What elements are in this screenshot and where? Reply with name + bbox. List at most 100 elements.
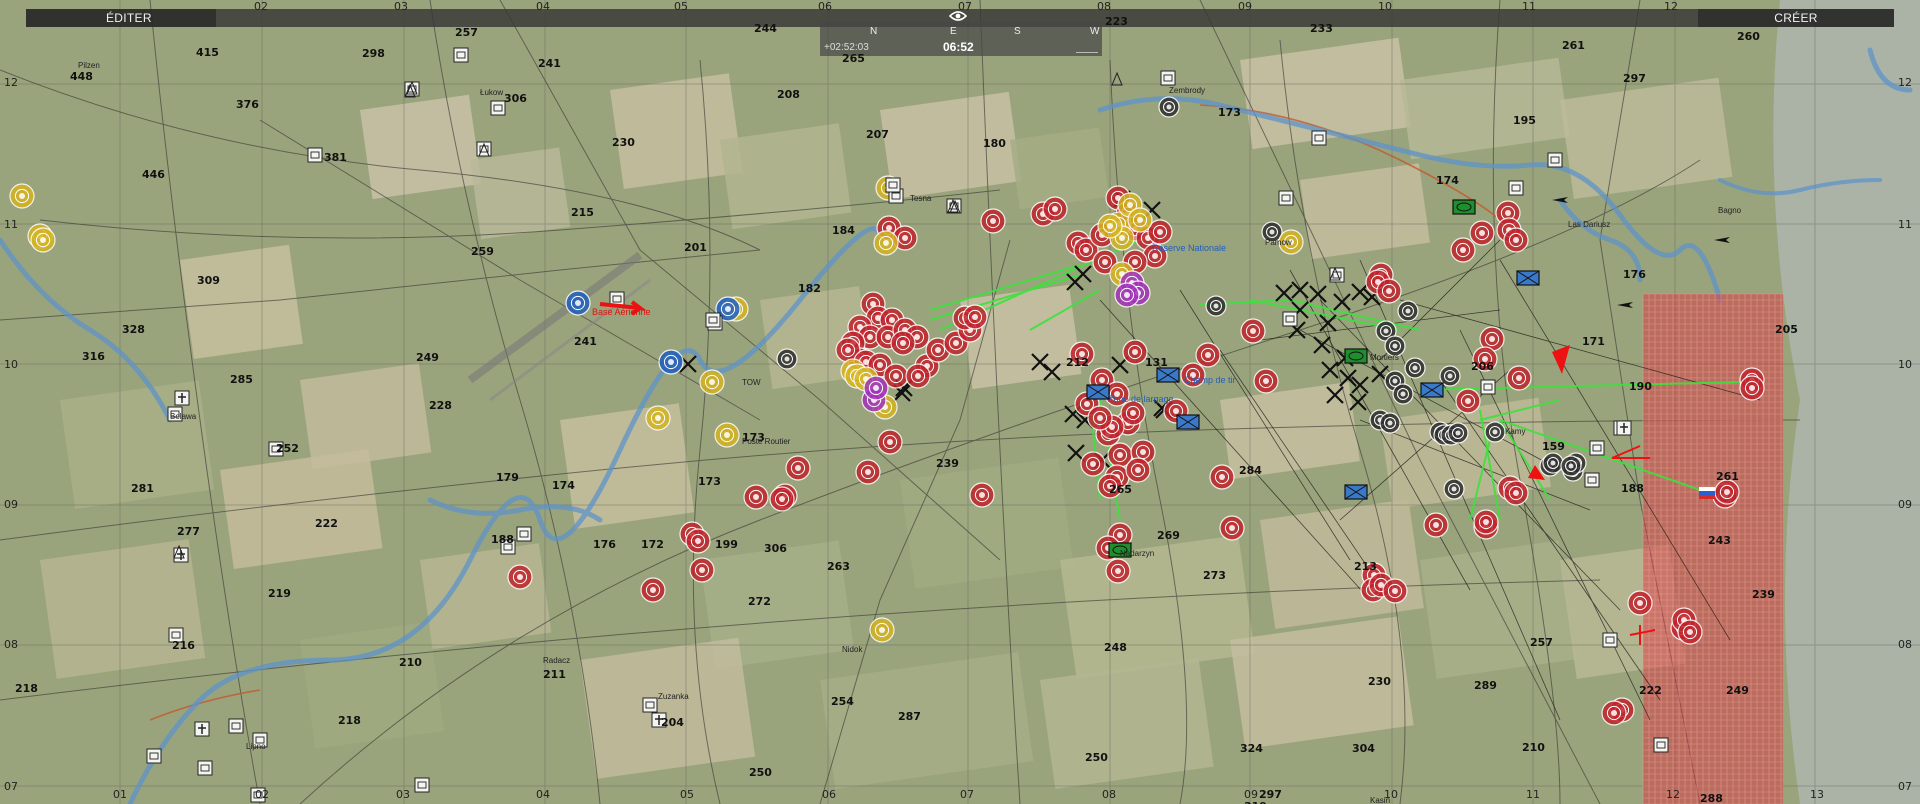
- enemy-unit-marker[interactable]: [1122, 339, 1148, 365]
- civilian-unit-marker[interactable]: [1097, 213, 1123, 239]
- tactical-map[interactable]: [0, 0, 1920, 804]
- neutral-unit-marker[interactable]: [1397, 300, 1419, 322]
- enemy-unit-marker[interactable]: [1714, 479, 1740, 505]
- building-icon[interactable]: [1508, 180, 1524, 196]
- building-icon[interactable]: [490, 100, 506, 116]
- enemy-unit-marker[interactable]: [1042, 196, 1068, 222]
- building-icon[interactable]: [1160, 70, 1176, 86]
- special-unit-marker[interactable]: [1114, 282, 1140, 308]
- enemy-unit-marker[interactable]: [1677, 619, 1703, 645]
- neutral-unit-marker[interactable]: [1560, 455, 1582, 477]
- enemy-unit-marker[interactable]: [1240, 318, 1266, 344]
- friendly-unit-marker[interactable]: [658, 349, 684, 375]
- enemy-unit-marker[interactable]: [1376, 278, 1402, 304]
- enemy-unit-marker[interactable]: [1455, 388, 1481, 414]
- building-icon[interactable]: [146, 748, 162, 764]
- friendly-unit-marker[interactable]: [565, 290, 591, 316]
- building-icon[interactable]: [1547, 152, 1563, 168]
- enemy-unit-marker[interactable]: [905, 363, 931, 389]
- enemy-unit-marker[interactable]: [1473, 509, 1499, 535]
- building-icon[interactable]: [1282, 311, 1298, 327]
- enemy-unit-marker[interactable]: [980, 208, 1006, 234]
- building-icon[interactable]: [414, 777, 430, 793]
- neutral-unit-marker[interactable]: [776, 348, 798, 370]
- enemy-unit-marker[interactable]: [1080, 451, 1106, 477]
- enemy-unit-marker[interactable]: [1105, 558, 1131, 584]
- nato-unit-symbol[interactable]: [1156, 367, 1180, 383]
- enemy-unit-marker[interactable]: [640, 577, 666, 603]
- neutral-unit-marker[interactable]: [1158, 96, 1180, 118]
- enemy-unit-marker[interactable]: [1219, 515, 1245, 541]
- enemy-unit-marker[interactable]: [1125, 457, 1151, 483]
- civilian-unit-marker[interactable]: [699, 369, 725, 395]
- enemy-unit-marker[interactable]: [1506, 365, 1532, 391]
- enemy-unit-marker[interactable]: [1450, 237, 1476, 263]
- building-icon[interactable]: [885, 177, 901, 193]
- neutral-unit-marker[interactable]: [1205, 295, 1227, 317]
- nato-unit-symbol[interactable]: [1176, 414, 1200, 430]
- special-unit-marker[interactable]: [863, 375, 889, 401]
- civilian-unit-marker[interactable]: [645, 405, 671, 431]
- nato-unit-symbol[interactable]: [1420, 382, 1444, 398]
- enemy-unit-marker[interactable]: [1195, 342, 1221, 368]
- enemy-unit-marker[interactable]: [689, 557, 715, 583]
- enemy-unit-marker[interactable]: [962, 304, 988, 330]
- building-icon[interactable]: [228, 718, 244, 734]
- enemy-unit-marker[interactable]: [1253, 368, 1279, 394]
- building-icon[interactable]: [1584, 472, 1600, 488]
- building-icon[interactable]: [1602, 632, 1618, 648]
- nato-unit-symbol[interactable]: [1086, 384, 1110, 400]
- neutral-unit-marker[interactable]: [1484, 421, 1506, 443]
- enemy-unit-marker[interactable]: [1739, 375, 1765, 401]
- enemy-unit-marker[interactable]: [1503, 227, 1529, 253]
- enemy-unit-marker[interactable]: [1120, 400, 1146, 426]
- building-icon[interactable]: [1589, 440, 1605, 456]
- building-icon[interactable]: [1653, 737, 1669, 753]
- enemy-unit-marker[interactable]: [507, 564, 533, 590]
- enemy-unit-marker[interactable]: [785, 455, 811, 481]
- enemy-unit-marker[interactable]: [1627, 590, 1653, 616]
- neutral-unit-marker[interactable]: [1542, 452, 1564, 474]
- neutral-unit-marker[interactable]: [1392, 383, 1414, 405]
- civilian-unit-marker[interactable]: [869, 617, 895, 643]
- building-icon[interactable]: [1278, 190, 1294, 206]
- enemy-unit-marker[interactable]: [969, 482, 995, 508]
- building-icon[interactable]: [453, 47, 469, 63]
- create-button[interactable]: CRÉER: [1698, 9, 1894, 27]
- enemy-unit-marker[interactable]: [769, 486, 795, 512]
- enemy-unit-marker[interactable]: [877, 429, 903, 455]
- civilian-unit-marker[interactable]: [873, 230, 899, 256]
- neutral-unit-marker[interactable]: [1447, 422, 1469, 444]
- enemy-unit-marker[interactable]: [1469, 220, 1495, 246]
- enemy-unit-marker[interactable]: [1423, 512, 1449, 538]
- enemy-unit-marker[interactable]: [855, 459, 881, 485]
- enemy-unit-marker[interactable]: [685, 528, 711, 554]
- nato-unit-symbol[interactable]: [1516, 270, 1540, 286]
- restricted-zone[interactable]: [1642, 293, 1783, 804]
- building-icon[interactable]: [1311, 130, 1327, 146]
- civilian-unit-marker[interactable]: [714, 422, 740, 448]
- enemy-unit-marker[interactable]: [1087, 405, 1113, 431]
- enemy-unit-marker[interactable]: [1209, 464, 1235, 490]
- enemy-unit-marker[interactable]: [743, 484, 769, 510]
- enemy-unit-marker[interactable]: [1382, 578, 1408, 604]
- neutral-unit-marker[interactable]: [1379, 412, 1401, 434]
- enemy-unit-marker[interactable]: [1601, 700, 1627, 726]
- building-icon[interactable]: [307, 147, 323, 163]
- civilian-unit-marker[interactable]: [1127, 207, 1153, 233]
- armor-unit-symbol[interactable]: [1452, 199, 1476, 215]
- armor-unit-symbol[interactable]: [1344, 348, 1368, 364]
- building-icon[interactable]: [1480, 379, 1496, 395]
- edit-button[interactable]: ÉDITER: [26, 9, 216, 27]
- enemy-unit-marker[interactable]: [890, 330, 916, 356]
- building-icon[interactable]: [705, 312, 721, 328]
- neutral-unit-marker[interactable]: [1443, 478, 1465, 500]
- russian-flag-icon[interactable]: [1699, 487, 1715, 499]
- enemy-unit-marker[interactable]: [1503, 480, 1529, 506]
- building-icon[interactable]: [642, 697, 658, 713]
- civilian-unit-marker[interactable]: [30, 227, 56, 253]
- building-icon[interactable]: [197, 760, 213, 776]
- nato-unit-symbol[interactable]: [1344, 484, 1368, 500]
- civilian-unit-marker[interactable]: [9, 183, 35, 209]
- neutral-unit-marker[interactable]: [1404, 357, 1426, 379]
